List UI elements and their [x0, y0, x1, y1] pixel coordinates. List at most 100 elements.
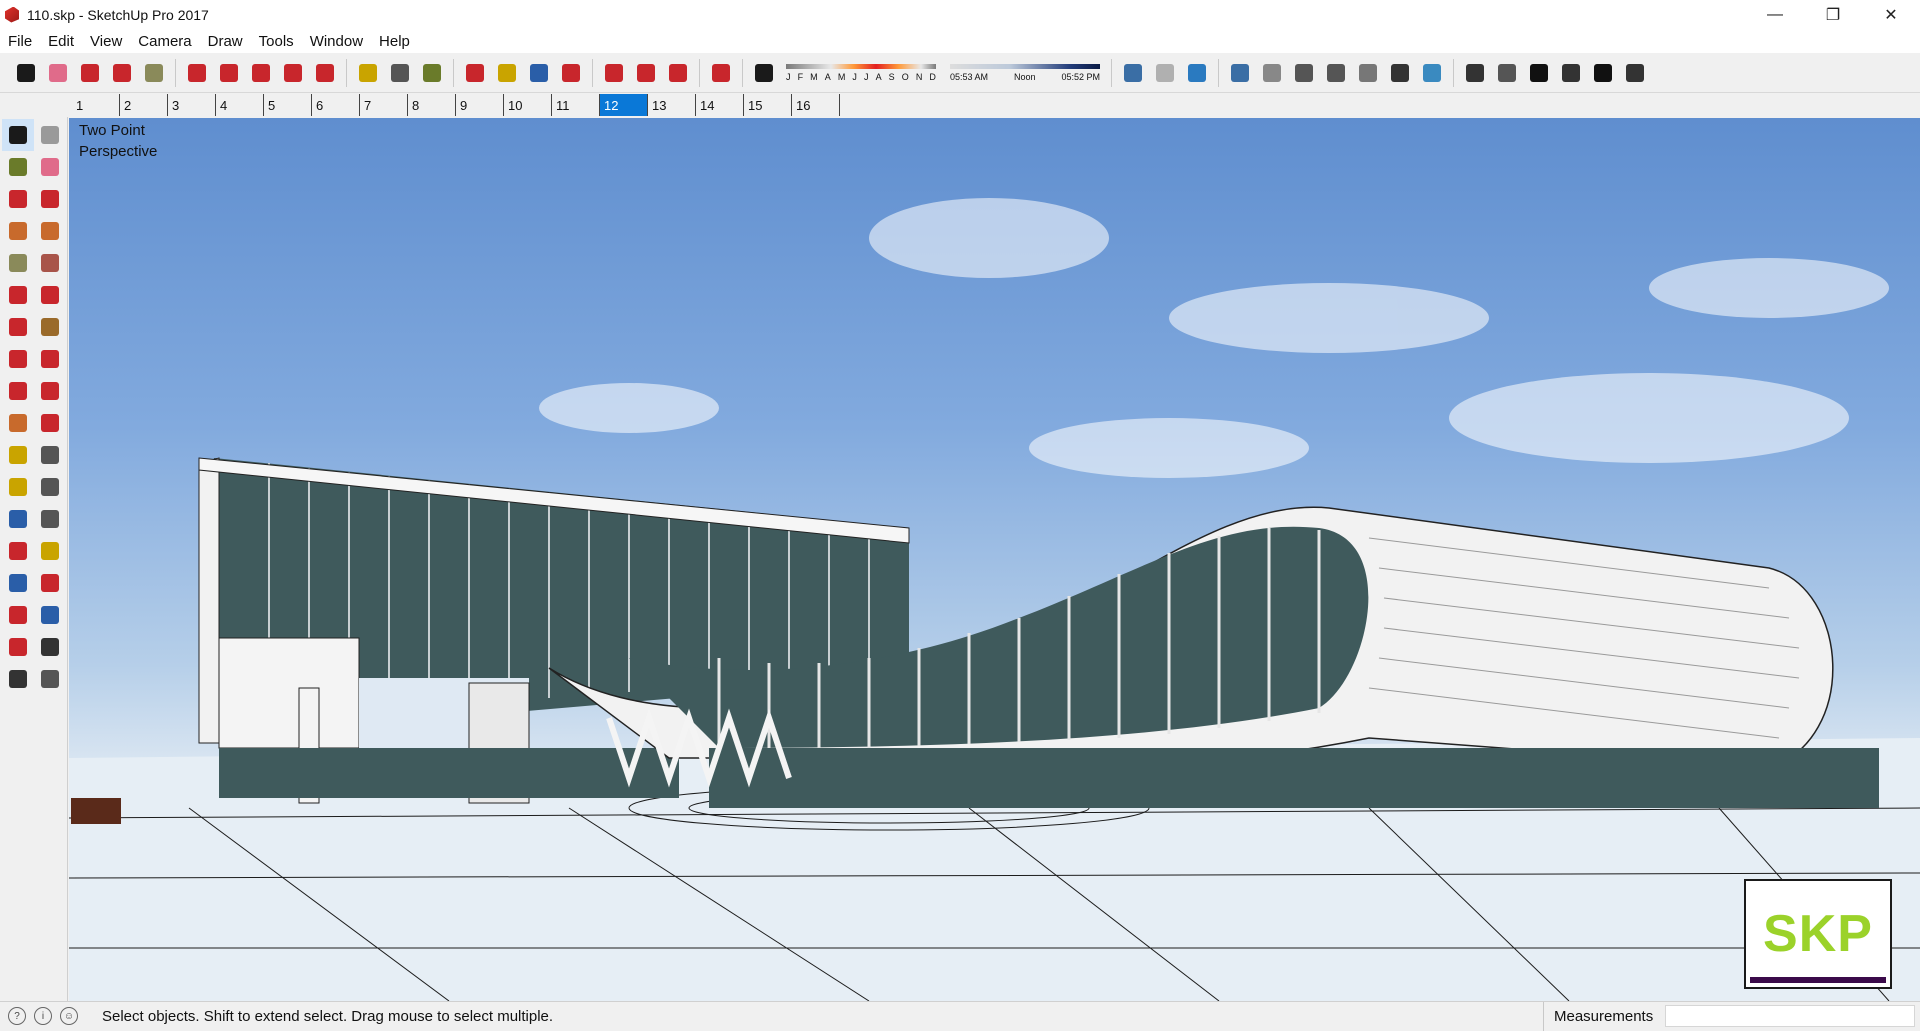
scene-tab-5[interactable]: 5 [264, 94, 312, 116]
user-icon[interactable]: ☺ [60, 1007, 78, 1025]
top-view-tool-button[interactable] [1494, 59, 1520, 87]
select-tool-button[interactable] [2, 119, 34, 151]
look-around-tool-button[interactable] [34, 631, 66, 663]
month-slider[interactable]: JFMAMJJASOND [786, 63, 936, 82]
pan-tool-button[interactable] [494, 59, 520, 87]
photo-textures-tool-button[interactable] [1184, 59, 1210, 87]
circle-tool-button[interactable] [2, 247, 34, 279]
model-viewport[interactable]: Two Point Perspective SKP [69, 118, 1920, 1001]
monochrome-tool-button[interactable] [1419, 59, 1445, 87]
pencil-tool-button[interactable] [77, 59, 103, 87]
scene-tab-15[interactable]: 15 [744, 94, 792, 116]
followme-tool-button[interactable] [216, 59, 242, 87]
walk-tool-button[interactable] [2, 663, 34, 695]
zoom-extents-tool-button[interactable] [558, 59, 584, 87]
back-edges-tool-button[interactable] [1259, 59, 1285, 87]
back-view-tool-button[interactable] [1590, 59, 1616, 87]
scene-tab-3[interactable]: 3 [168, 94, 216, 116]
shadows-toggle-tool-button[interactable] [751, 59, 777, 87]
position-camera-tool-button[interactable] [2, 631, 34, 663]
geo-location-icon[interactable]: ? [8, 1007, 26, 1025]
warehouse-tool-button[interactable] [601, 59, 627, 87]
orbit-tool-button[interactable] [2, 535, 34, 567]
shaded-textures-tool-button[interactable] [1387, 59, 1413, 87]
3d-text-tool-button[interactable] [34, 503, 66, 535]
extension-warehouse-tool-button[interactable] [665, 59, 691, 87]
scene-tab-4[interactable]: 4 [216, 94, 264, 116]
menu-draw[interactable]: Draw [200, 33, 251, 50]
zoom-extents-tool-button[interactable] [2, 599, 34, 631]
close-button[interactable]: ✕ [1862, 0, 1920, 29]
menu-tools[interactable]: Tools [251, 33, 302, 50]
left-view-tool-button[interactable] [1622, 59, 1648, 87]
text-tool-button[interactable] [34, 471, 66, 503]
scene-tab-8[interactable]: 8 [408, 94, 456, 116]
month-slider-track[interactable] [786, 63, 936, 69]
share-model-tool-button[interactable] [633, 59, 659, 87]
paint-bucket-tool-button[interactable] [2, 151, 34, 183]
two-point-arc-tool-button[interactable] [34, 279, 66, 311]
protractor-tool-button[interactable] [2, 471, 34, 503]
section-plane-tool-button[interactable] [34, 663, 66, 695]
scale-tool-button[interactable] [2, 407, 34, 439]
make-component-tool-button[interactable] [34, 119, 66, 151]
arc-tool-button[interactable] [2, 279, 34, 311]
text-tool-button[interactable] [387, 59, 413, 87]
tape-measure-tool-button[interactable] [2, 439, 34, 471]
rotate-tool-button[interactable] [280, 59, 306, 87]
three-point-arc-tool-button[interactable] [2, 311, 34, 343]
circle-tool-button[interactable] [141, 59, 167, 87]
scene-tab-2[interactable]: 2 [120, 94, 168, 116]
arc-tool-button[interactable] [109, 59, 135, 87]
scene-tab-16[interactable]: 16 [792, 94, 840, 116]
eraser-tool-button[interactable] [45, 59, 71, 87]
freehand-tool-button[interactable] [34, 183, 66, 215]
rectangle-tool-button[interactable] [2, 215, 34, 247]
polygon-tool-button[interactable] [34, 247, 66, 279]
zoom-window-tool-button[interactable] [34, 567, 66, 599]
rotated-rectangle-tool-button[interactable] [34, 215, 66, 247]
scene-tab-7[interactable]: 7 [360, 94, 408, 116]
restore-button[interactable]: ❐ [1804, 0, 1862, 29]
move-tool-button[interactable] [248, 59, 274, 87]
scene-tab-14[interactable]: 14 [696, 94, 744, 116]
menu-camera[interactable]: Camera [130, 33, 199, 50]
time-slider[interactable]: 05:53 AM Noon 05:52 PM [950, 63, 1100, 82]
time-slider-track[interactable] [950, 63, 1100, 69]
front-view-tool-button[interactable] [1526, 59, 1552, 87]
eraser-tool-button[interactable] [34, 151, 66, 183]
scene-tab-13[interactable]: 13 [648, 94, 696, 116]
scene-tab-12[interactable]: 12 [600, 94, 648, 116]
right-view-tool-button[interactable] [1558, 59, 1584, 87]
menu-window[interactable]: Window [302, 33, 371, 50]
shaded-tool-button[interactable] [1355, 59, 1381, 87]
previous-view-tool-button[interactable] [34, 599, 66, 631]
tape-measure-tool-button[interactable] [355, 59, 381, 87]
xray-tool-button[interactable] [1227, 59, 1253, 87]
pie-tool-button[interactable] [34, 311, 66, 343]
pan-tool-button[interactable] [34, 535, 66, 567]
orbit-tool-button[interactable] [462, 59, 488, 87]
pushpull-tool-button[interactable] [34, 343, 66, 375]
axes-tool-button[interactable] [2, 503, 34, 535]
rotate-tool-button[interactable] [2, 375, 34, 407]
minimize-button[interactable]: — [1746, 0, 1804, 29]
measurements-input[interactable] [1665, 1005, 1915, 1027]
dimension-tool-button[interactable] [34, 439, 66, 471]
pushpull-tool-button[interactable] [184, 59, 210, 87]
toggle-terrain-tool-button[interactable] [1152, 59, 1178, 87]
paint-bucket-tool-button[interactable] [419, 59, 445, 87]
zoom-tool-button[interactable] [526, 59, 552, 87]
add-location-tool-button[interactable] [1120, 59, 1146, 87]
menu-view[interactable]: View [82, 33, 130, 50]
scene-tab-6[interactable]: 6 [312, 94, 360, 116]
scale-tool-button[interactable] [312, 59, 338, 87]
move-tool-button[interactable] [2, 343, 34, 375]
credits-icon[interactable]: i [34, 1007, 52, 1025]
scene-tab-11[interactable]: 11 [552, 94, 600, 116]
zoom-tool-button[interactable] [2, 567, 34, 599]
offset-tool-button[interactable] [34, 407, 66, 439]
wireframe-tool-button[interactable] [1291, 59, 1317, 87]
line-tool-button[interactable] [2, 183, 34, 215]
menu-edit[interactable]: Edit [40, 33, 82, 50]
